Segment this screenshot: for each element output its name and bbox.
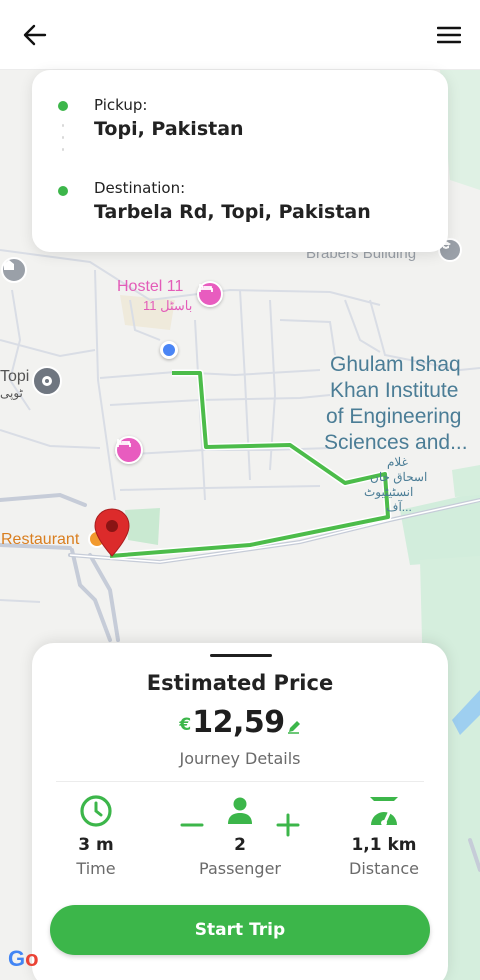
menu-button[interactable] <box>430 17 468 53</box>
map-label-giki-urdu-2: اسحاق خان <box>370 470 428 484</box>
route-connector <box>62 124 64 164</box>
minus-icon[interactable] <box>180 815 204 835</box>
pickup-dot <box>58 101 68 111</box>
estimate-title: Estimated Price <box>146 671 334 695</box>
topi-place-marker-icon[interactable] <box>32 366 62 396</box>
map-label-giki-urdu-4: آف... <box>386 500 412 514</box>
map-label-topi-urdu: ٹوپی <box>0 386 23 400</box>
hotel-marker-icon[interactable] <box>115 436 143 464</box>
start-trip-button[interactable]: Start Trip <box>50 905 430 955</box>
estimate-sheet: Estimated Price € 12,59 Journey Details … <box>32 643 448 980</box>
hamburger-menu-icon <box>437 26 461 44</box>
pencil-icon[interactable] <box>287 720 301 734</box>
map-label-restaurant: Restaurant <box>1 531 80 548</box>
sheet-divider <box>56 781 424 782</box>
distance-value: 1,1 km <box>351 835 417 855</box>
destination-label: Destination: <box>94 179 186 197</box>
hostel-marker-icon[interactable] <box>197 281 223 307</box>
time-value: 3 m <box>78 835 114 855</box>
map-label-giki-3: of Engineering <box>326 405 462 428</box>
time-stat: 3 m Time <box>36 793 156 878</box>
passenger-label: Passenger <box>199 859 281 878</box>
pickup-label: Pickup: <box>94 96 148 114</box>
destination-dot <box>58 186 68 196</box>
clock-icon <box>80 795 112 827</box>
map-label-giki-urdu-1: غلام <box>387 455 408 469</box>
price-value: 12,59 <box>192 705 285 740</box>
map-label-giki-1: Ghulam Ishaq <box>330 353 461 376</box>
map-label-giki-2: Khan Institute <box>330 379 459 402</box>
destination-pin-icon <box>94 508 130 557</box>
back-button[interactable] <box>16 17 54 53</box>
currency-symbol: € <box>179 714 192 735</box>
trip-locations-card: Pickup: Topi, Pakistan Destination: Tarb… <box>32 70 448 252</box>
pickup-address[interactable]: Topi, Pakistan <box>94 118 244 140</box>
plus-icon[interactable] <box>276 813 300 837</box>
distance-label: Distance <box>349 859 419 878</box>
map-label-giki-urdu-3: انسٹیٹیوٹ <box>364 485 414 499</box>
google-logo: Go <box>8 946 39 971</box>
current-location-dot <box>160 341 178 359</box>
map-label-hostel: Hostel 11 <box>117 278 184 295</box>
speedometer-icon <box>370 797 398 826</box>
person-icon <box>228 797 252 824</box>
map-label-topi: Topi <box>0 368 30 385</box>
map-label-hostel-urdu: باسٹل 11 <box>143 298 193 313</box>
mosque-marker-icon[interactable] <box>1 257 27 283</box>
price-row: € 12,59 <box>32 705 448 740</box>
top-bar <box>0 0 480 70</box>
arrow-left-icon <box>23 24 47 46</box>
distance-stat: 1,1 km Distance <box>324 793 444 878</box>
map-label-giki-4: Sciences and... <box>324 431 468 454</box>
journey-details-label: Journey Details <box>179 749 301 768</box>
passenger-value: 2 <box>234 835 246 855</box>
destination-address[interactable]: Tarbela Rd, Topi, Pakistan <box>94 201 371 223</box>
time-label: Time <box>76 859 116 878</box>
sheet-drag-handle[interactable] <box>210 654 272 657</box>
